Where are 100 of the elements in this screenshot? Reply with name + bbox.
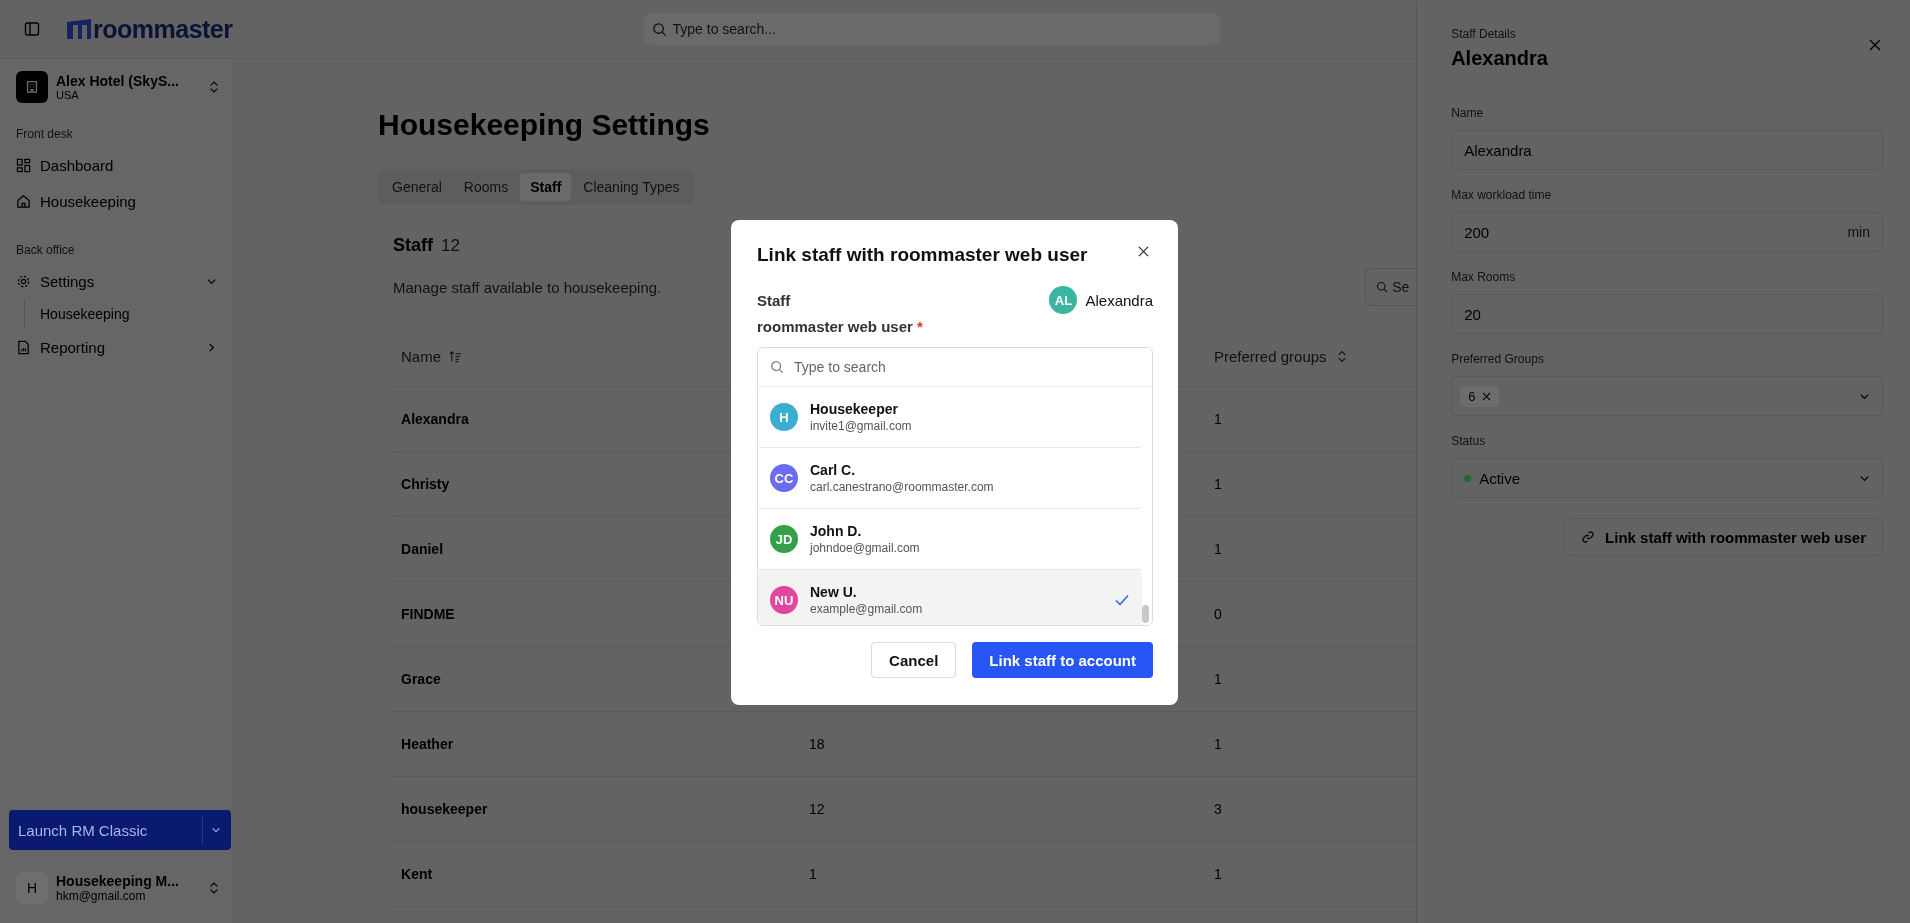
avatar: NU bbox=[770, 586, 798, 614]
table-cell: 1 bbox=[809, 866, 817, 882]
table-cell: 1 bbox=[1214, 541, 1222, 557]
field-label: Max workload time bbox=[1451, 188, 1553, 202]
panel-eyebrow: Staff Details bbox=[1451, 27, 1517, 41]
multi-select[interactable]: 6 bbox=[1451, 376, 1883, 416]
table-cell: Heather bbox=[401, 736, 454, 752]
dashboard-icon bbox=[16, 157, 31, 173]
section-label: Front desk bbox=[16, 127, 74, 141]
user-name[interactable]: Housekeeping M... bbox=[56, 873, 201, 889]
table-cell: Kent bbox=[401, 866, 433, 882]
search-field[interactable]: Type to search... bbox=[643, 13, 1220, 45]
section-title: Staff bbox=[393, 235, 433, 256]
input-field[interactable]: Alexandra bbox=[1451, 130, 1883, 170]
section-description: Manage staff available to housekeeping. bbox=[393, 278, 663, 296]
report-icon bbox=[16, 339, 31, 355]
table-cell: 18 bbox=[809, 736, 825, 752]
table-cell: Alexandra bbox=[401, 411, 469, 427]
link-icon bbox=[1581, 530, 1596, 544]
table-cell: 0 bbox=[1214, 606, 1222, 622]
remove-icon[interactable] bbox=[1482, 391, 1492, 401]
user-email: example@gmail.com bbox=[810, 602, 924, 616]
table-cell: 12 bbox=[809, 801, 825, 817]
field-label: Name bbox=[1451, 106, 1485, 120]
section-label: Back office bbox=[16, 243, 76, 257]
hotel-country: USA bbox=[56, 89, 80, 101]
scrollbar[interactable] bbox=[1142, 605, 1149, 623]
table-cell: Grace bbox=[401, 671, 441, 687]
user-email: johndoe@gmail.com bbox=[810, 541, 921, 555]
nav-item[interactable]: Dashboard bbox=[16, 147, 225, 183]
table-cell: 1 bbox=[1214, 411, 1222, 427]
nav-item[interactable]: Reporting bbox=[16, 329, 225, 365]
avatar: JD bbox=[770, 525, 798, 553]
tab[interactable]: Cleaning Types bbox=[573, 173, 690, 201]
select-field[interactable]: Active bbox=[1451, 458, 1883, 498]
hotel-name[interactable]: Alex Hotel (SkyS... bbox=[56, 73, 201, 89]
input-field[interactable]: 20 bbox=[1451, 294, 1883, 334]
chevron-up-down-icon[interactable] bbox=[209, 80, 219, 94]
column-header[interactable]: Name bbox=[401, 347, 442, 365]
user-name: John D. bbox=[810, 523, 863, 539]
table-cell: 1 bbox=[1214, 866, 1222, 882]
field-label: Max Rooms bbox=[1451, 270, 1517, 284]
search-icon bbox=[1376, 281, 1389, 293]
column-header[interactable]: Preferred groups bbox=[1214, 347, 1327, 365]
staff-count: 12 bbox=[441, 236, 460, 256]
table-cell: 1 bbox=[1214, 736, 1222, 752]
sort-icon[interactable] bbox=[1336, 349, 1347, 363]
required-mark: * bbox=[916, 318, 923, 335]
table-cell: housekeeper bbox=[401, 801, 488, 817]
chevron-up-down-icon[interactable] bbox=[209, 881, 219, 895]
user-email: hkm@gmail.com bbox=[56, 889, 147, 903]
table-cell: 3 bbox=[1214, 801, 1222, 817]
user-email: carl.canestrano@roommaster.com bbox=[810, 480, 995, 494]
panel-title: Alexandra bbox=[1451, 47, 1548, 70]
search-field[interactable]: Type to search bbox=[758, 348, 1152, 387]
cancel-button[interactable]: Cancel bbox=[871, 642, 957, 678]
hotel-icon bbox=[16, 71, 48, 103]
tab[interactable]: Rooms bbox=[453, 173, 519, 201]
user-name: New U. bbox=[810, 584, 858, 600]
dialog-title: Link staff with roommaster web user bbox=[757, 244, 1088, 266]
search-icon bbox=[770, 360, 784, 374]
link-button[interactable]: Link staff with roommaster web user bbox=[1564, 518, 1883, 556]
table-cell: Daniel bbox=[401, 541, 444, 557]
tag-chip: 6 bbox=[1460, 385, 1500, 407]
table-cell: Christy bbox=[401, 476, 450, 492]
avatar: H bbox=[770, 403, 798, 431]
nav-item[interactable]: Settings bbox=[16, 263, 225, 299]
logo-icon bbox=[66, 18, 92, 40]
launch-button[interactable]: Launch RM Classic bbox=[9, 810, 231, 850]
field-label: Status bbox=[1451, 434, 1487, 448]
user-option[interactable]: CC Carl C. carl.canestrano@roommaster.com bbox=[758, 448, 1142, 509]
tab[interactable]: Staff bbox=[520, 173, 572, 201]
user-option[interactable]: H Housekeeper invite1@gmail.com bbox=[758, 387, 1142, 448]
field-label: Staff bbox=[757, 291, 791, 309]
user-avatar: H bbox=[16, 872, 48, 904]
avatar: AL bbox=[1049, 286, 1078, 314]
user-email: invite1@gmail.com bbox=[810, 419, 913, 433]
avatar: CC bbox=[770, 464, 798, 492]
table-cell: 1 bbox=[1214, 671, 1222, 687]
user-name: Housekeeper bbox=[810, 401, 899, 417]
table-cell: FINDME bbox=[401, 606, 455, 622]
caret-icon[interactable] bbox=[211, 825, 221, 835]
tab[interactable]: General bbox=[382, 173, 452, 201]
logo-text: roommaster bbox=[93, 14, 233, 44]
field-label: Preferred Groups bbox=[1451, 352, 1545, 366]
nav-subitem[interactable]: Housekeeping bbox=[40, 299, 225, 329]
table-cell: 1 bbox=[1214, 476, 1222, 492]
page-title: Housekeeping Settings bbox=[378, 108, 710, 142]
sort-ascending-icon[interactable] bbox=[449, 349, 463, 363]
confirm-button[interactable]: Link staff to account bbox=[972, 642, 1153, 678]
search-icon bbox=[651, 21, 667, 37]
nav-item[interactable]: Housekeeping bbox=[16, 183, 225, 219]
staff-name: Alexandra bbox=[1085, 291, 1153, 309]
home-icon bbox=[16, 193, 31, 209]
input-field[interactable]: 200 min bbox=[1451, 212, 1883, 252]
settings-icon bbox=[16, 273, 31, 289]
sidebar-toggle-icon[interactable] bbox=[24, 21, 40, 37]
user-option[interactable]: NU New U. example@gmail.com bbox=[758, 570, 1142, 625]
check-icon bbox=[1114, 592, 1130, 608]
close-icon[interactable] bbox=[1138, 245, 1149, 257]
